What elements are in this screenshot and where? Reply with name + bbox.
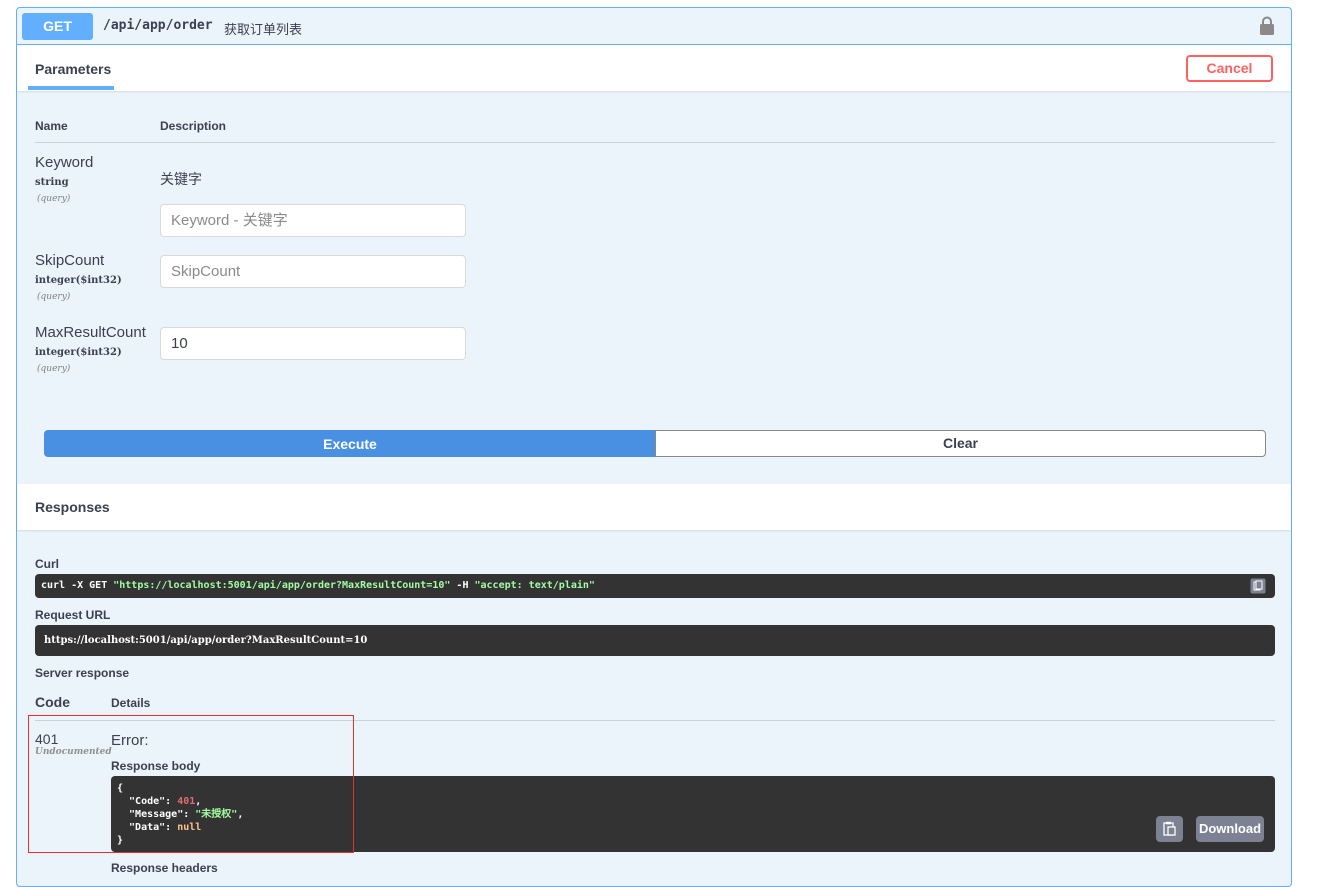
param-description-keyword: 关键字 xyxy=(160,171,202,187)
curl-flag: -H xyxy=(450,580,475,591)
param-name-keyword: Keyword xyxy=(35,154,94,171)
param-type-skipcount: integer($int32) xyxy=(35,275,122,286)
column-details-header: Details xyxy=(111,696,151,710)
action-buttons: Execute Clear xyxy=(44,430,1266,457)
clear-button[interactable]: Clear xyxy=(655,430,1266,457)
curl-header: "accept: text/plain" xyxy=(474,580,595,591)
copy-response-button[interactable] xyxy=(1156,816,1183,842)
curl-url: "https://localhost:5001/api/app/order?Ma… xyxy=(113,580,451,591)
param-name-maxresultcount: MaxResultCount xyxy=(35,324,146,341)
curl-prefix: curl -X GET xyxy=(41,580,114,591)
keyword-input[interactable] xyxy=(160,204,466,237)
column-name-header: Name xyxy=(35,119,68,133)
cancel-button[interactable]: Cancel xyxy=(1186,55,1273,82)
param-in-keyword: (query) xyxy=(37,194,71,204)
request-url[interactable]: https://localhost:5001/api/app/order?Max… xyxy=(35,625,1275,656)
clipboard-icon xyxy=(1163,821,1176,836)
operation-summary[interactable]: GET /api/app/order 获取订单列表 xyxy=(17,8,1291,45)
maxresultcount-input[interactable] xyxy=(160,327,466,360)
column-code-header: Code xyxy=(35,694,70,710)
lock-icon[interactable] xyxy=(1259,16,1275,36)
param-name-skipcount: SkipCount xyxy=(35,252,105,269)
method-badge: GET xyxy=(22,13,93,40)
curl-label: Curl xyxy=(35,557,59,571)
execute-button[interactable]: Execute xyxy=(44,430,656,457)
curl-command[interactable]: curl -X GET "https://localhost:5001/api/… xyxy=(35,574,1275,598)
responses-header: Responses xyxy=(17,484,1291,530)
request-url-label: Request URL xyxy=(35,608,111,622)
table-divider xyxy=(35,142,1275,143)
skipcount-input[interactable] xyxy=(160,255,466,288)
param-type-maxresultcount: integer($int32) xyxy=(35,347,122,358)
parameters-header: Parameters Cancel xyxy=(17,45,1291,91)
endpoint-path: /api/app/order xyxy=(103,18,213,33)
param-in-maxresultcount: (query) xyxy=(37,364,71,374)
param-in-skipcount: (query) xyxy=(37,292,71,302)
param-type-keyword: string xyxy=(35,177,69,188)
tab-underline xyxy=(28,86,114,90)
responses-title: Responses xyxy=(35,499,110,515)
error-highlight-box xyxy=(28,715,354,853)
copy-icon[interactable] xyxy=(1250,578,1266,594)
tab-parameters[interactable]: Parameters xyxy=(35,61,111,77)
response-headers-label: Response headers xyxy=(111,861,218,875)
operation-block: GET /api/app/order 获取订单列表 Parameters Can… xyxy=(16,7,1292,887)
endpoint-description: 获取订单列表 xyxy=(224,22,303,37)
column-description-header: Description xyxy=(160,119,227,133)
server-response-label: Server response xyxy=(35,666,130,680)
download-button[interactable]: Download xyxy=(1196,816,1264,842)
